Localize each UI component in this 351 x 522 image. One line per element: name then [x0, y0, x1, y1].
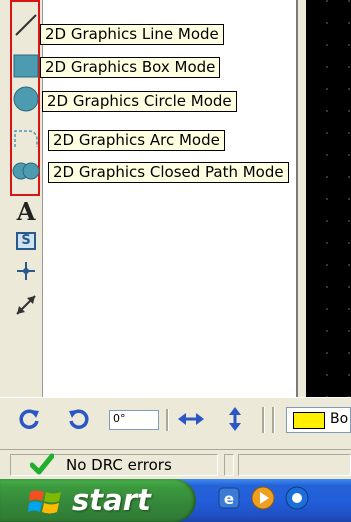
flip-vertical-icon [227, 407, 243, 435]
quick-launch-app[interactable] [284, 486, 310, 514]
tooltip-line-mode: 2D Graphics Line Mode [40, 24, 224, 45]
dimension-arrow-icon [13, 292, 39, 322]
closed-path-icon [12, 160, 40, 186]
left-edge-strip [0, 0, 10, 395]
svg-text:e: e [224, 490, 234, 508]
tooltip-circle-mode: 2D Graphics Circle Mode [42, 91, 237, 112]
line-tool-button[interactable] [12, 12, 40, 42]
origin-tool-button[interactable] [12, 258, 40, 288]
drawing-canvas[interactable] [306, 0, 351, 397]
tooltip-box-mode: 2D Graphics Box Mode [40, 57, 221, 78]
box-tool-button[interactable] [12, 53, 40, 83]
closed-path-tool-button[interactable] [12, 158, 40, 188]
line-icon [14, 13, 38, 41]
media-player-icon [251, 486, 275, 514]
rotate-clockwise-icon [17, 407, 41, 435]
toolbar-separator [262, 407, 265, 433]
rotate-counterclockwise-icon [67, 407, 91, 435]
graphics-toolbar: A S [10, 0, 42, 395]
text-tool-button[interactable]: A [12, 196, 40, 226]
tooltip-closed-path-mode: 2D Graphics Closed Path Mode [48, 162, 289, 183]
symbol-icon-label: S [21, 233, 31, 248]
layer-color-swatch [293, 412, 325, 429]
rotate-clockwise-button[interactable] [16, 408, 42, 434]
rotate-counterclockwise-button[interactable] [66, 408, 92, 434]
flip-vertical-button[interactable] [222, 407, 248, 435]
tooltip-arc-mode: 2D Graphics Arc Mode [48, 130, 225, 151]
ie-icon: e [217, 486, 241, 514]
text-icon: A [16, 196, 36, 226]
crosshair-icon [15, 260, 37, 286]
start-label: start [72, 483, 151, 517]
dimension-tool-button[interactable] [12, 292, 40, 322]
flip-horizontal-icon [178, 411, 204, 431]
layer-select[interactable]: Bo [286, 407, 351, 433]
toolbar-separator [166, 409, 169, 431]
windows-logo-icon [28, 486, 64, 520]
panel-splitter[interactable] [298, 0, 306, 397]
status-cell [224, 454, 234, 476]
circle-tool-button[interactable] [12, 86, 40, 116]
box-icon [13, 54, 39, 82]
app-icon [285, 486, 309, 514]
arc-tool-button[interactable] [12, 125, 40, 155]
symbol-tool-button[interactable]: S [12, 226, 40, 256]
toolbar-separator [272, 407, 275, 433]
circle-icon [13, 86, 39, 116]
checkmark-icon [29, 453, 55, 479]
rotation-angle-input[interactable]: 0° [109, 410, 159, 430]
flip-horizontal-button[interactable] [178, 408, 204, 434]
layer-label: Bo [330, 411, 349, 427]
quick-launch-ie[interactable]: e [216, 487, 242, 513]
symbol-icon: S [16, 232, 36, 250]
quick-launch-media-player[interactable] [250, 486, 276, 514]
drc-status-text: No DRC errors [66, 456, 172, 474]
arc-icon [13, 127, 39, 153]
status-cell [238, 454, 351, 476]
